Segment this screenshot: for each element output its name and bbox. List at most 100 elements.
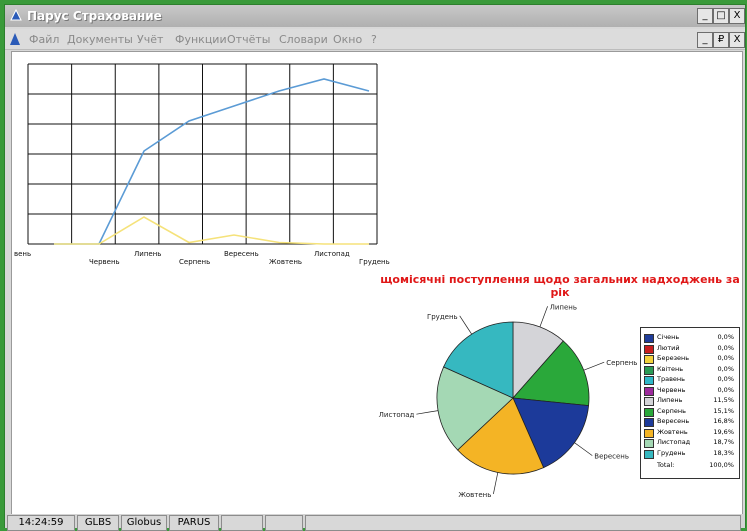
pie-legend: Січень 0,0% Лютий 0,0% Березень 0,0% Квітень 0,… [640, 327, 740, 479]
legend-label: Грудень [657, 448, 686, 457]
legend-label: Липень [657, 396, 683, 404]
legend-swatch [644, 386, 654, 396]
pie-leader-7 [583, 361, 605, 371]
line-series-0 [54, 78, 370, 245]
x-tick-label: Жовтень [269, 258, 302, 266]
doc-restore-button[interactable]: ₽ [713, 32, 729, 48]
legend-swatch [644, 397, 654, 406]
menu-bar: Файл Документы Учёт Функции Отчёты Слова… [5, 29, 745, 50]
legend-label: Січень [657, 333, 680, 341]
legend-total: Total: 100,0% [644, 461, 738, 471]
legend-value: 19,6% [713, 427, 734, 436]
legend-label: Лютий [657, 343, 680, 352]
legend-swatch [644, 365, 654, 375]
line-chart-grid [27, 63, 378, 245]
menu-dictionaries[interactable]: Словари [279, 33, 328, 46]
legend-item: Серпень 15,1% [644, 407, 738, 417]
pie-leader-6 [539, 306, 548, 328]
legend-total-label: Total: [657, 461, 675, 469]
x-tick-label: Червень [89, 258, 120, 266]
menu-file[interactable]: Файл [29, 33, 59, 46]
legend-swatch [644, 376, 654, 385]
menu-help[interactable]: ? [371, 33, 377, 46]
legend-item: Травень 0,0% [644, 375, 738, 385]
legend-value: 15,1% [713, 406, 734, 415]
legend-value: 0,0% [717, 333, 734, 341]
pie-leader-10 [416, 410, 439, 415]
x-tick-label: Серпень [179, 258, 210, 266]
legend-item: Жовтень 19,6% [644, 428, 738, 438]
x-tick-label: Вересень [224, 250, 259, 258]
menu-reports[interactable]: Отчёты [227, 33, 270, 46]
legend-item: Листопад 18,7% [644, 438, 738, 448]
pie-slice-label: Вересень [594, 453, 629, 461]
legend-label: Березень [657, 354, 690, 362]
legend-swatch [644, 344, 654, 354]
x-tick-label: Липень [134, 250, 161, 258]
menu-accounting[interactable]: Учёт [137, 33, 163, 46]
line-chart-series [54, 78, 370, 245]
pie-slice-label: Жовтень [458, 491, 491, 499]
pie-slice-label: Липень [550, 303, 577, 311]
legend-label: Листопад [657, 438, 691, 446]
legend-label: Червень [657, 385, 686, 394]
window-title: Парус Страхование [27, 9, 162, 23]
menu-documents[interactable]: Документы [67, 33, 133, 46]
close-button[interactable]: X [729, 8, 745, 24]
status-bar: 14:24:59 GLBS Globus PARUS [5, 514, 745, 531]
title-bar[interactable]: Парус Страхование _ □ X [5, 5, 745, 27]
legend-value: 16,8% [713, 417, 734, 425]
legend-swatch [644, 407, 654, 417]
legend-label: Серпень [657, 406, 686, 415]
legend-item: Березень 0,0% [644, 354, 738, 364]
legend-swatch [644, 334, 654, 343]
report-area: вень Червень Липень Серпень Вересень Жовтень Л… [11, 51, 743, 515]
legend-item: Липень 11,5% [644, 396, 738, 406]
doc-close-button[interactable]: X [729, 32, 745, 48]
legend-item: Грудень 18,3% [644, 449, 738, 459]
legend-value: 0,0% [717, 364, 734, 373]
legend-item: Червень 0,0% [644, 386, 738, 396]
x-tick-label: Грудень [359, 258, 390, 266]
legend-swatch [644, 418, 654, 427]
legend-swatch [644, 439, 654, 448]
pie-leader-9 [493, 472, 499, 495]
legend-label: Квітень [657, 364, 684, 373]
legend-item: Січень 0,0% [644, 333, 738, 343]
menu-window[interactable]: Окно [333, 33, 362, 46]
menu-functions[interactable]: Функции [175, 33, 227, 46]
legend-item: Квітень 0,0% [644, 365, 738, 375]
legend-value: 18,7% [713, 438, 734, 446]
pie-leader-11 [459, 315, 472, 335]
document-icon[interactable] [9, 32, 21, 46]
x-tick-label: Листопад [314, 250, 350, 258]
legend-value: 0,0% [717, 343, 734, 352]
legend-value: 18,3% [713, 448, 734, 457]
line-chart: вень Червень Липень Серпень Вересень Жовтень Л… [14, 63, 390, 266]
legend-label: Травень [657, 375, 685, 383]
pie-chart: Липень Серпень Вересень Жовтень Листопад Груд… [379, 303, 638, 499]
legend-value: 11,5% [713, 396, 734, 404]
pie-slice-label: Серпень [606, 359, 637, 367]
pie-slices [436, 321, 590, 475]
legend-item: Лютий 0,0% [644, 344, 738, 354]
legend-swatch [644, 355, 654, 364]
legend-value: 0,0% [717, 385, 734, 394]
x-tick-label: вень [14, 250, 31, 258]
legend-item: Вересень 16,8% [644, 417, 738, 427]
legend-total-value: 100,0% [709, 461, 734, 469]
pie-slice-label: Грудень [427, 313, 458, 321]
minimize-button[interactable]: _ [697, 8, 713, 24]
line-chart-x-labels: вень Червень Липень Серпень Вересень Жовтень Л… [14, 250, 390, 266]
doc-minimize-button[interactable]: _ [697, 32, 713, 48]
legend-swatch [644, 428, 654, 438]
app-icon [10, 8, 22, 21]
app-window: Парус Страхование _ □ X Файл Документы У… [4, 4, 746, 531]
legend-label: Жовтень [657, 427, 688, 436]
legend-label: Вересень [657, 417, 690, 425]
pie-leader-8 [574, 442, 593, 456]
maximize-button[interactable]: □ [713, 8, 729, 24]
legend-value: 0,0% [717, 375, 734, 383]
legend-value: 0,0% [717, 354, 734, 362]
pie-slice-label: Листопад [379, 411, 415, 419]
